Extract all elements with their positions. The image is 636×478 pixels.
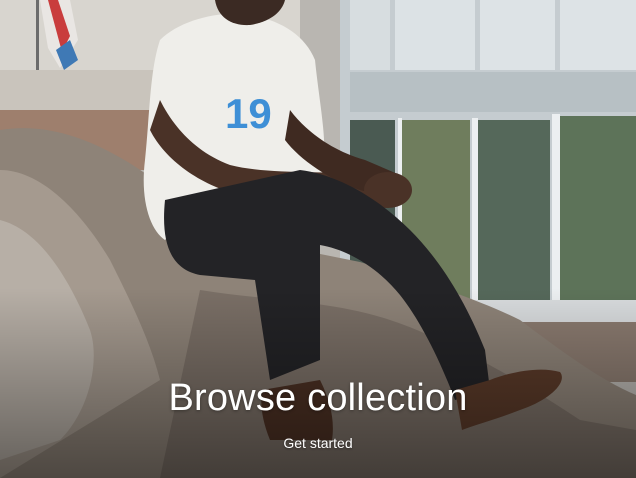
hero-title: Browse collection bbox=[168, 377, 468, 419]
svg-text:19: 19 bbox=[225, 90, 272, 137]
get-started-link[interactable]: Get started bbox=[268, 430, 368, 456]
hero-banner: 19 Browse collection Get started bbox=[0, 0, 636, 478]
